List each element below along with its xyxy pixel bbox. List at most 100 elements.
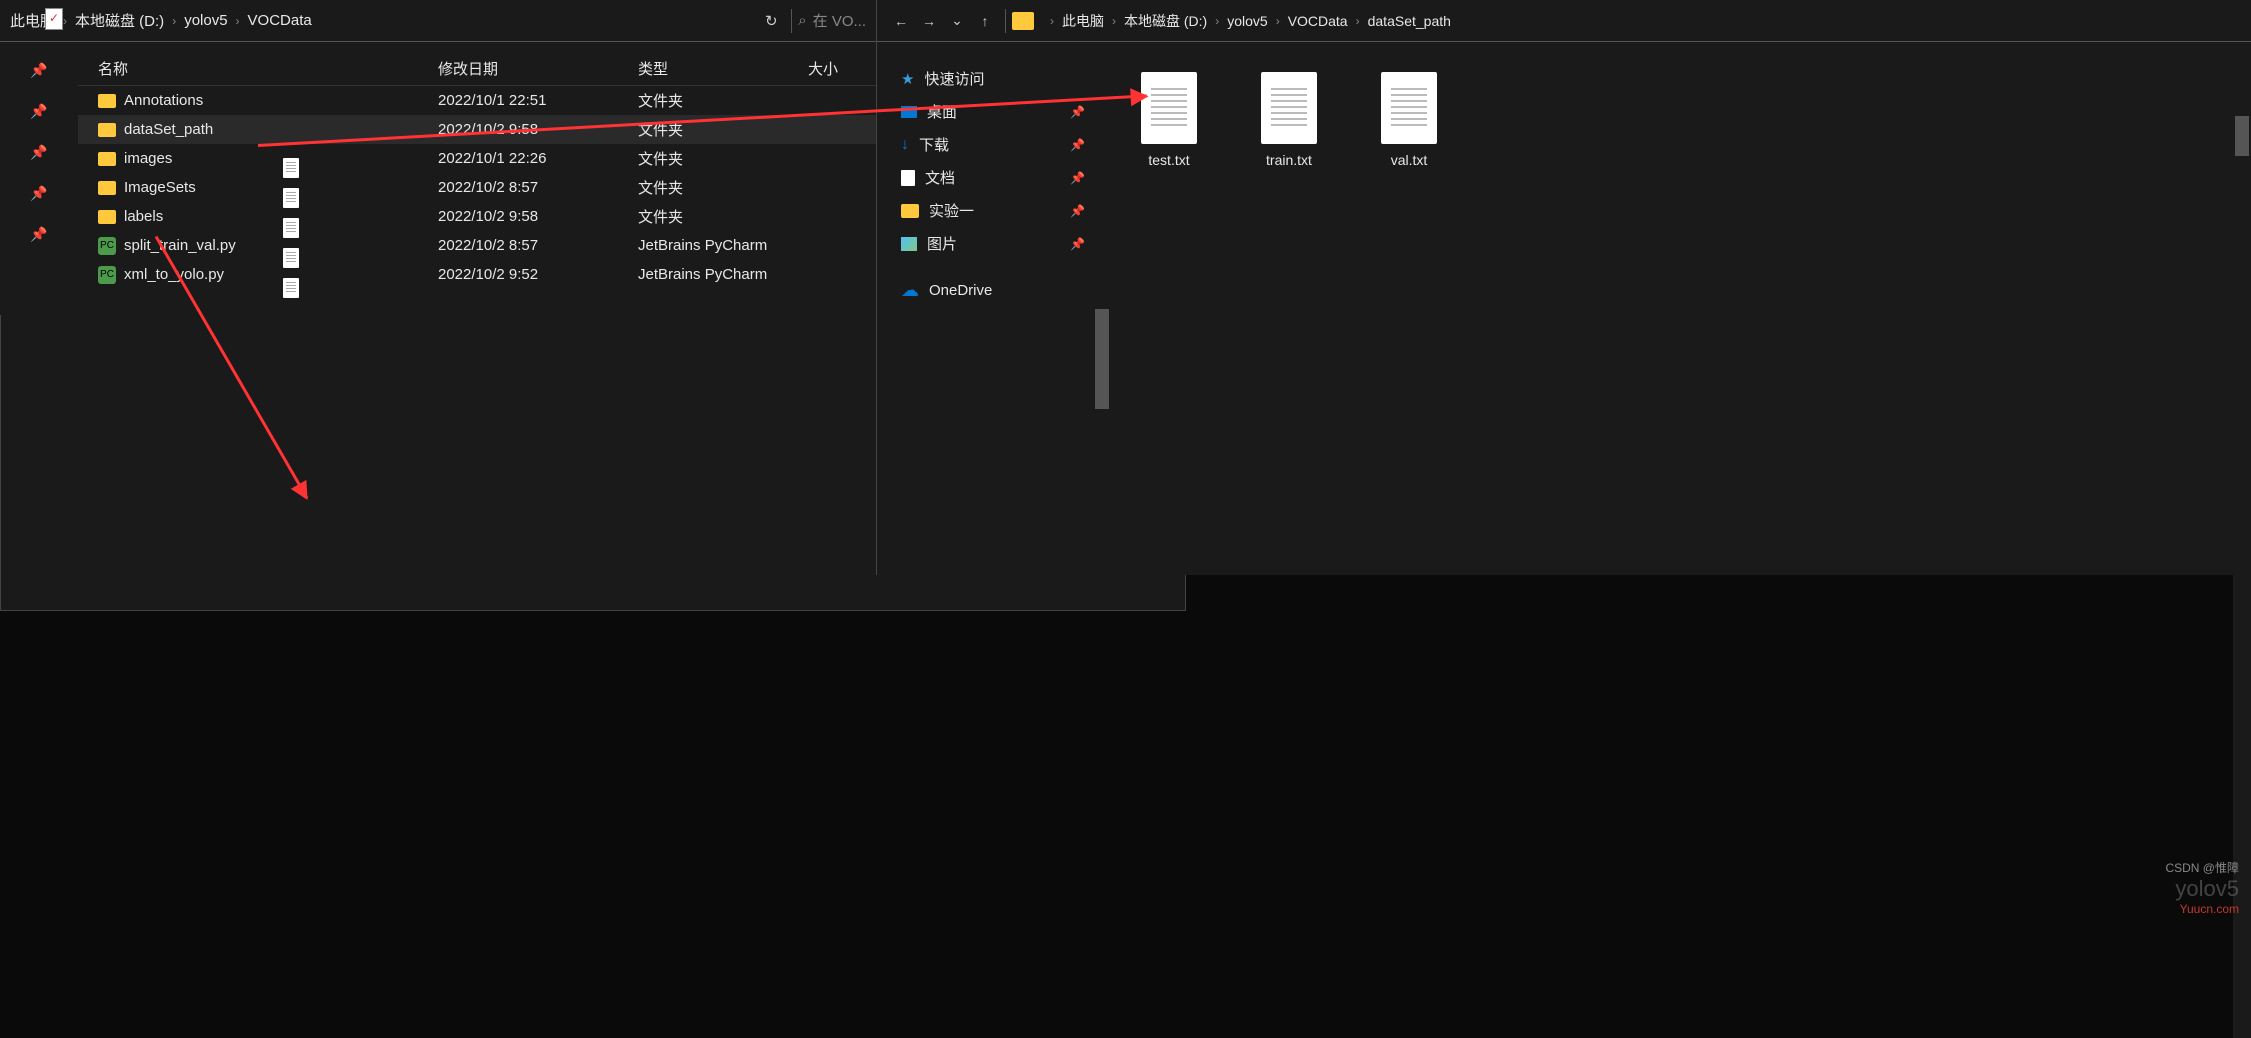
file-row[interactable]: PC split_train_val.py 2022/10/2 8:57 JetB…	[78, 231, 876, 260]
file-row[interactable]: Annotations 2022/10/1 22:51 文件夹	[78, 86, 876, 115]
download-icon: ↓	[901, 136, 909, 154]
properties-icon[interactable]	[45, 8, 63, 30]
nav-desktop[interactable]: 桌面📌	[877, 95, 1109, 128]
bc-drive[interactable]: 本地磁盘 (D:)	[1124, 11, 1207, 31]
desktop-icon	[901, 106, 917, 118]
bc-vocdata[interactable]: VOCData	[1288, 13, 1348, 29]
file-type: 文件夹	[638, 177, 808, 198]
text-file-icon	[283, 248, 299, 268]
file-type: 文件夹	[638, 90, 808, 111]
nav-quick-access[interactable]: ★快速访问	[877, 62, 1109, 95]
chevron-right-icon: ›	[1050, 14, 1054, 28]
pinned-strip: 📌 📌 📌 📌 📌	[0, 42, 78, 315]
pycharm-icon: PC	[98, 237, 116, 255]
nav-onedrive[interactable]: ☁OneDrive	[877, 274, 1109, 307]
column-headers[interactable]: 名称 修改日期 类型 大小	[78, 52, 876, 86]
text-file-icon	[283, 158, 299, 178]
back-icon[interactable]: ←	[887, 7, 915, 35]
file-name: val.txt	[1391, 152, 1428, 168]
file-list: 名称 修改日期 类型 大小 Annotations 2022/10/1 22:5…	[78, 42, 876, 315]
file-name: test.txt	[1148, 152, 1189, 168]
document-icon	[901, 170, 915, 186]
folder-icon	[98, 152, 116, 166]
file-row[interactable]: ImageSets 2022/10/2 8:57 文件夹	[78, 173, 876, 202]
file-type: 文件夹	[638, 206, 808, 227]
file-icon-item[interactable]: train.txt	[1249, 72, 1329, 168]
file-row[interactable]: PC xml_to_yolo.py 2022/10/2 9:52 JetBrain…	[78, 260, 876, 289]
nav-tree: ★快速访问 桌面📌 ↓下载📌 文档📌 实验一📌 图片📌 ☁OneDrive	[877, 42, 1109, 575]
nav-downloads[interactable]: ↓下载📌	[877, 128, 1109, 161]
up-icon[interactable]: ↑	[971, 7, 999, 35]
pin-icon[interactable]: 📌	[30, 103, 47, 120]
file-name: train.txt	[1266, 152, 1312, 168]
explorer-vocdata: 此电脑 › 本地磁盘 (D:) › yolov5 › VOCData ↻ ⌕ 在…	[0, 0, 876, 315]
file-name: ImageSets	[124, 179, 196, 196]
search-icon: ⌕	[798, 12, 806, 29]
nav-experiment[interactable]: 实验一📌	[877, 194, 1109, 227]
recent-dropdown-icon[interactable]: ⌄	[943, 7, 971, 35]
explorer-dataset-path: ← → ⌄ ↑ › 此电脑 › 本地磁盘 (D:) › yolov5 › VOC…	[876, 0, 2251, 575]
bc-pc[interactable]: 此电脑	[1062, 11, 1104, 31]
forward-icon[interactable]: →	[915, 7, 943, 35]
chevron-right-icon: ›	[236, 14, 240, 28]
file-icon-item[interactable]: test.txt	[1129, 72, 1209, 168]
pin-icon: 📌	[1070, 171, 1085, 185]
pin-icon[interactable]: 📌	[30, 62, 47, 79]
file-type: JetBrains PyCharm	[638, 266, 808, 283]
folder-icon	[901, 204, 919, 218]
folder-icon	[98, 181, 116, 195]
col-name[interactable]: 名称	[78, 58, 438, 79]
bc-yolov5[interactable]: yolov5	[1227, 13, 1267, 29]
pin-icon: 📌	[1070, 138, 1085, 152]
bc-vocdata[interactable]: VOCData	[248, 12, 312, 29]
file-date: 2022/10/1 22:26	[438, 150, 638, 167]
folder-icon	[98, 94, 116, 108]
file-icon-view: test.txt train.txt val.txt	[1109, 42, 2251, 575]
file-date: 2022/10/2 9:58	[438, 208, 638, 225]
col-date[interactable]: 修改日期	[438, 58, 638, 79]
refresh-icon[interactable]: ↻	[757, 7, 785, 35]
file-date: 2022/10/2 8:57	[438, 237, 638, 254]
col-size[interactable]: 大小	[808, 58, 876, 79]
pin-icon[interactable]: 📌	[30, 144, 47, 161]
pycharm-icon: PC	[98, 266, 116, 284]
file-date: 2022/10/1 22:51	[438, 92, 638, 109]
bc-dataset-path[interactable]: dataSet_path	[1368, 13, 1451, 29]
bc-drive[interactable]: 本地磁盘 (D:)	[75, 10, 164, 31]
nav-bar: ← → ⌄ ↑ › 此电脑 › 本地磁盘 (D:) › yolov5 › VOC…	[877, 0, 2251, 42]
pin-icon: 📌	[1070, 237, 1085, 251]
file-row[interactable]: labels 2022/10/2 9:58 文件夹	[78, 202, 876, 231]
folder-icon	[98, 210, 116, 224]
text-file-icon	[283, 218, 299, 238]
file-name: xml_to_yolo.py	[124, 266, 224, 283]
chevron-right-icon: ›	[63, 14, 67, 28]
watermark: CSDN @惟障 yolov5 Yuucn.com	[2165, 859, 2239, 916]
search-input[interactable]: 在 VO...	[813, 10, 866, 31]
chevron-right-icon: ›	[1356, 14, 1360, 28]
file-icon-item[interactable]: val.txt	[1369, 72, 1449, 168]
bc-yolov5[interactable]: yolov5	[184, 12, 227, 29]
breadcrumb-bar: 此电脑 › 本地磁盘 (D:) › yolov5 › VOCData ↻ ⌕ 在…	[0, 0, 876, 42]
star-icon: ★	[901, 70, 914, 88]
file-type: 文件夹	[638, 119, 808, 140]
chevron-right-icon: ›	[172, 14, 176, 28]
file-name: split_train_val.py	[124, 237, 236, 254]
file-type: 文件夹	[638, 148, 808, 169]
nav-pictures[interactable]: 图片📌	[877, 227, 1109, 260]
file-name: labels	[124, 208, 163, 225]
col-type[interactable]: 类型	[638, 58, 808, 79]
text-file-icon	[1141, 72, 1197, 144]
file-row[interactable]: dataSet_path 2022/10/2 9:58 文件夹	[78, 115, 876, 144]
pin-icon[interactable]: 📌	[30, 185, 47, 202]
pin-icon[interactable]: 📌	[30, 226, 47, 243]
file-date: 2022/10/2 9:52	[438, 266, 638, 283]
text-file-icon	[1381, 72, 1437, 144]
text-file-icon	[283, 278, 299, 298]
onedrive-icon: ☁	[901, 280, 919, 301]
file-name: images	[124, 150, 172, 167]
nav-documents[interactable]: 文档📌	[877, 161, 1109, 194]
chevron-right-icon: ›	[1112, 14, 1116, 28]
file-type: JetBrains PyCharm	[638, 237, 808, 254]
file-row[interactable]: images 2022/10/1 22:26 文件夹	[78, 144, 876, 173]
pin-icon: 📌	[1070, 105, 1085, 119]
